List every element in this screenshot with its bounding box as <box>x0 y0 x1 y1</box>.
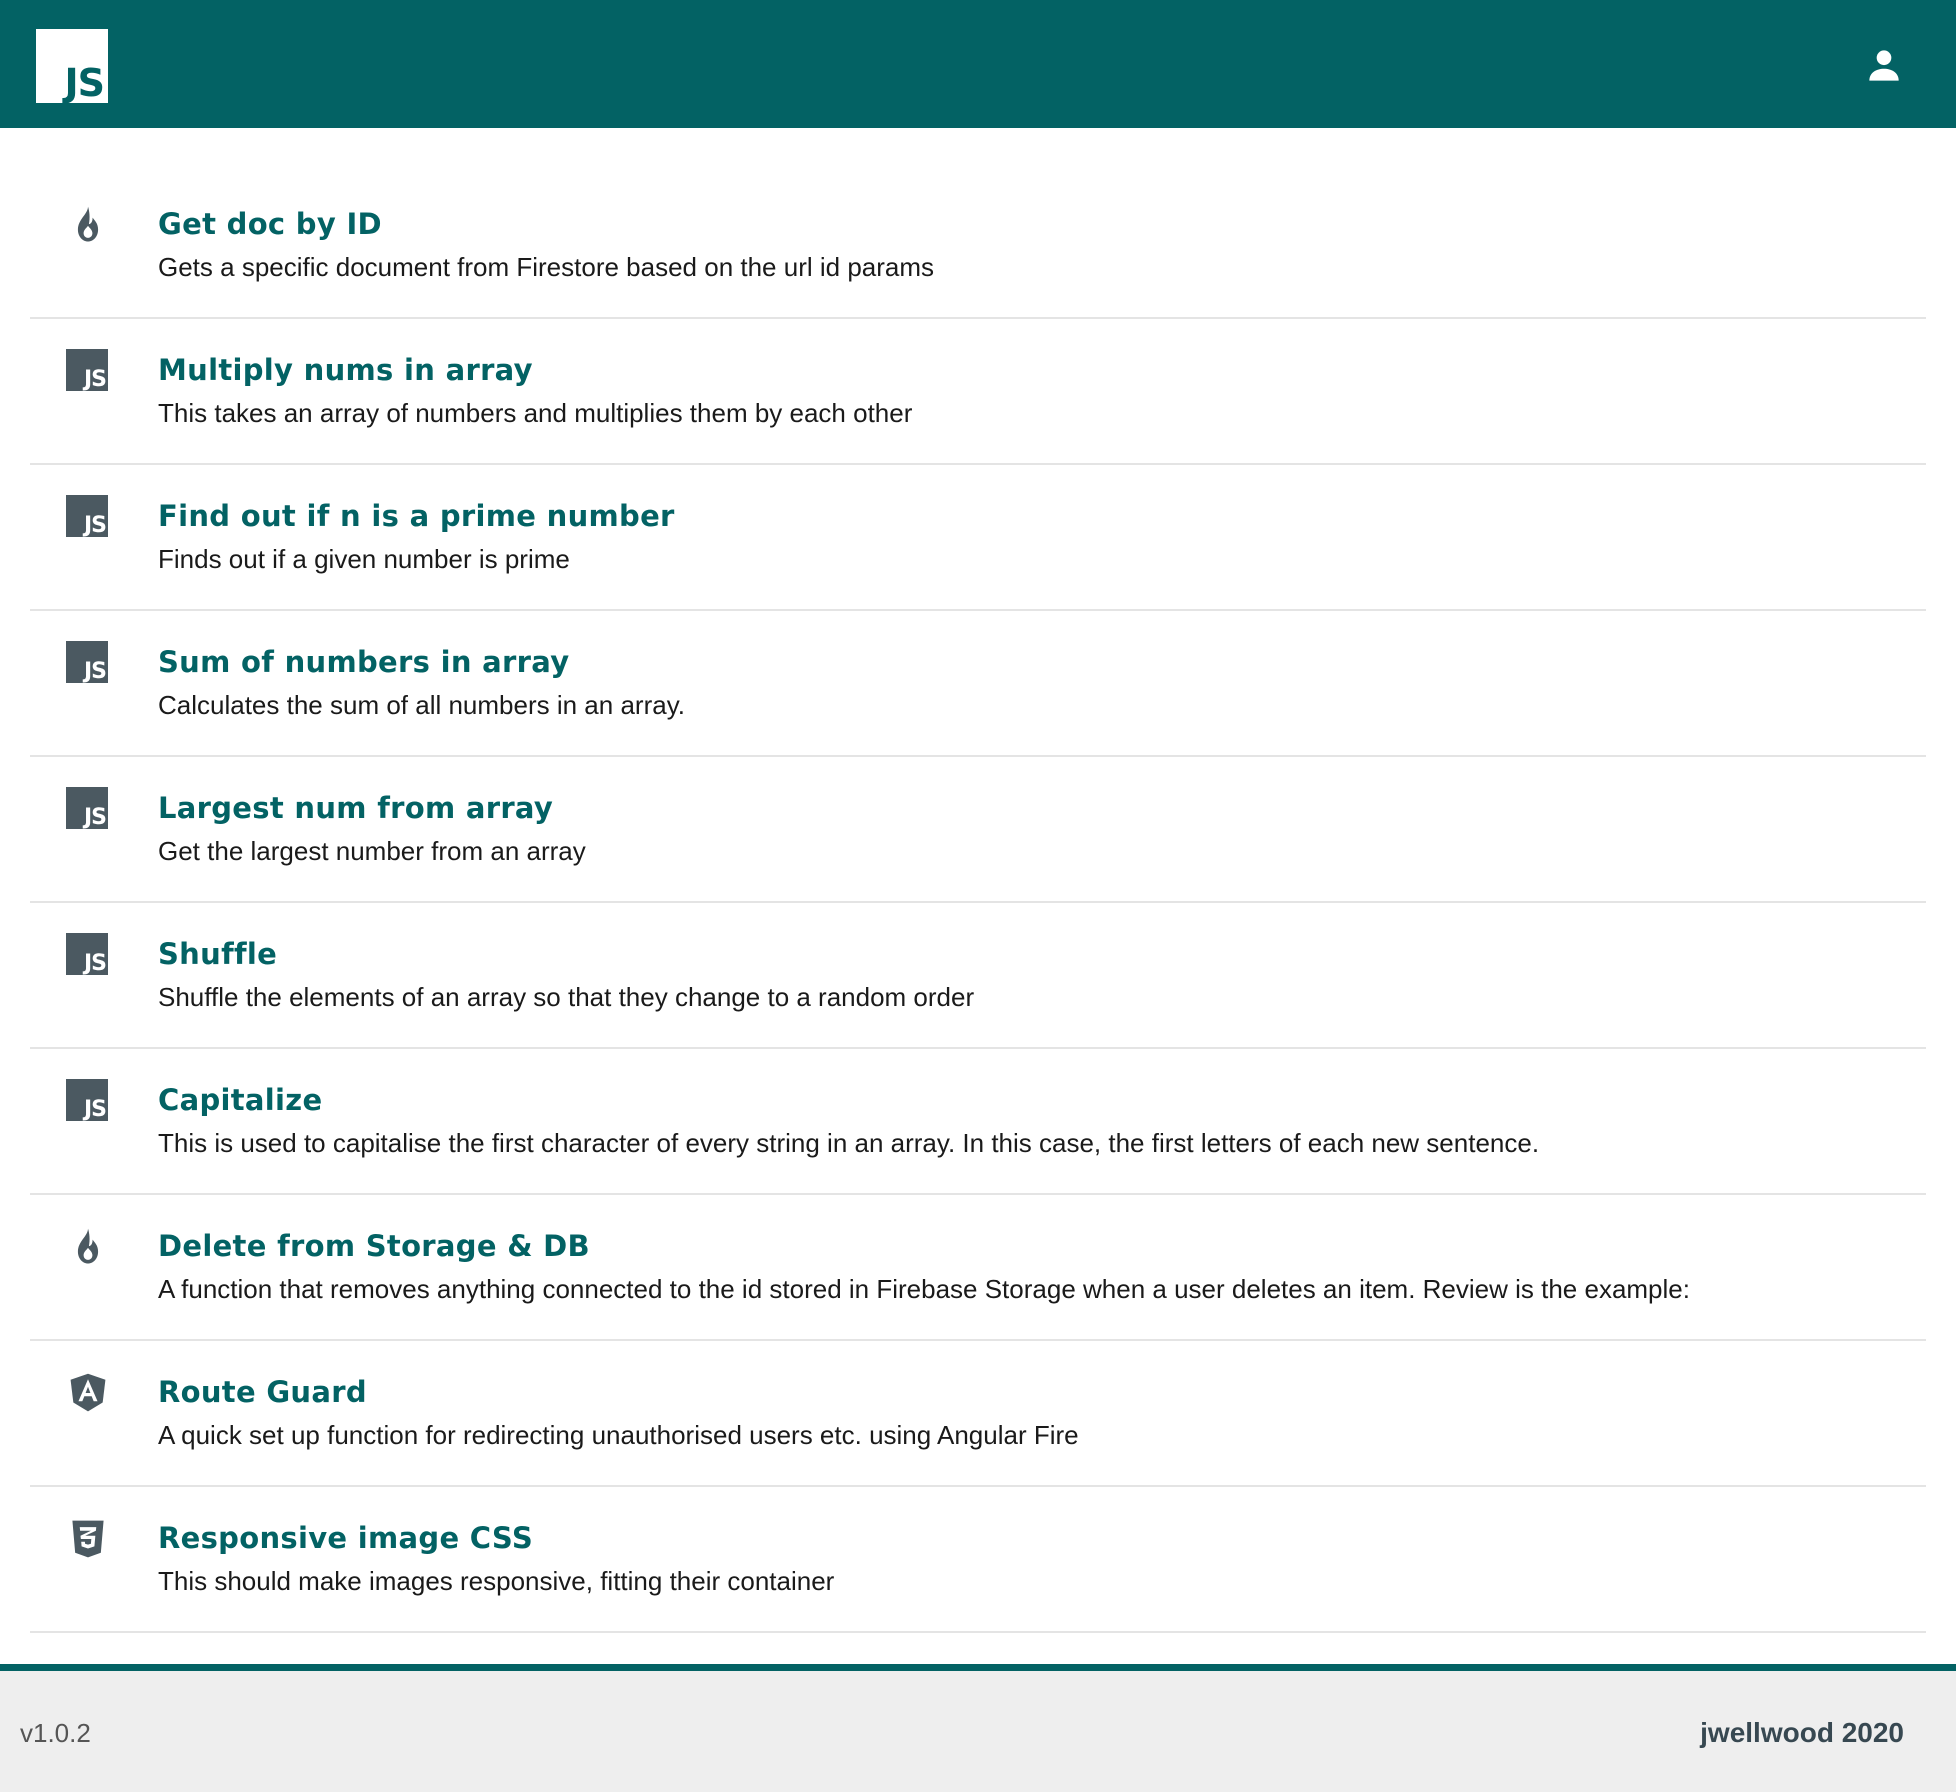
item-title: Multiply nums in array <box>158 353 533 387</box>
javascript-icon: JS <box>66 641 110 685</box>
fire-icon <box>66 203 110 247</box>
angular-icon <box>66 1371 110 1415</box>
item-title: Largest num from array <box>158 791 554 825</box>
item-title: Sum of numbers in array <box>158 645 570 679</box>
javascript-icon: JS <box>66 495 110 539</box>
list-item[interactable]: JS Sum of numbers in array Calculates th… <box>30 611 1926 757</box>
javascript-icon: JS <box>66 1079 110 1123</box>
list-item[interactable]: Delete from Storage & DB A function that… <box>30 1195 1926 1341</box>
item-title: Delete from Storage & DB <box>158 1229 590 1263</box>
item-description: This should make images responsive, fitt… <box>158 1566 835 1596</box>
item-description: A function that removes anything connect… <box>158 1274 1690 1304</box>
footer-divider <box>0 1664 1956 1671</box>
javascript-icon: JS <box>66 349 110 393</box>
item-description: This is used to capitalise the first cha… <box>158 1128 1540 1158</box>
fire-icon <box>66 1225 110 1269</box>
item-title: Find out if n is a prime number <box>158 499 675 533</box>
item-description: Gets a specific document from Firestore … <box>158 252 935 282</box>
js-logo[interactable]: JS <box>36 29 108 103</box>
item-description: Calculates the sum of all numbers in an … <box>158 690 685 720</box>
item-title: Responsive image CSS <box>158 1521 533 1555</box>
item-title: Shuffle <box>158 937 278 971</box>
list-item[interactable]: Responsive image CSS This should make im… <box>30 1487 1926 1633</box>
list-item[interactable]: Route Guard A quick set up function for … <box>30 1341 1926 1487</box>
list-item[interactable]: JS Find out if n is a prime number Finds… <box>30 465 1926 611</box>
item-title: Route Guard <box>158 1375 367 1409</box>
list-item[interactable]: JS Multiply nums in array This takes an … <box>30 319 1926 465</box>
item-description: Finds out if a given number is prime <box>158 544 570 574</box>
item-description: Get the largest number from an array <box>158 836 586 866</box>
app-footer: v1.0.2 jwellwood 2020 <box>0 1671 1956 1792</box>
javascript-icon: JS <box>66 787 110 831</box>
item-title: Capitalize <box>158 1083 323 1117</box>
list-item[interactable]: Get doc by ID Gets a specific document f… <box>30 173 1926 319</box>
account-icon[interactable] <box>1862 44 1906 88</box>
credit-label: jwellwood 2020 <box>1700 1717 1904 1748</box>
snippet-list: Get doc by ID Gets a specific document f… <box>30 173 1926 1633</box>
list-item[interactable]: JS Capitalize This is used to capitalise… <box>30 1049 1926 1195</box>
item-description: This takes an array of numbers and multi… <box>158 398 913 428</box>
javascript-icon: JS <box>66 933 110 977</box>
item-description: Shuffle the elements of an array so that… <box>158 982 975 1012</box>
app-header: JS <box>0 0 1956 128</box>
list-item[interactable]: JS Shuffle Shuffle the elements of an ar… <box>30 903 1926 1049</box>
item-title: Get doc by ID <box>158 207 382 241</box>
item-description: A quick set up function for redirecting … <box>158 1420 1079 1450</box>
list-item[interactable]: JS Largest num from array Get the larges… <box>30 757 1926 903</box>
version-label: v1.0.2 <box>20 1718 91 1748</box>
css3-icon <box>66 1517 110 1561</box>
logo-text: JS <box>64 61 105 105</box>
